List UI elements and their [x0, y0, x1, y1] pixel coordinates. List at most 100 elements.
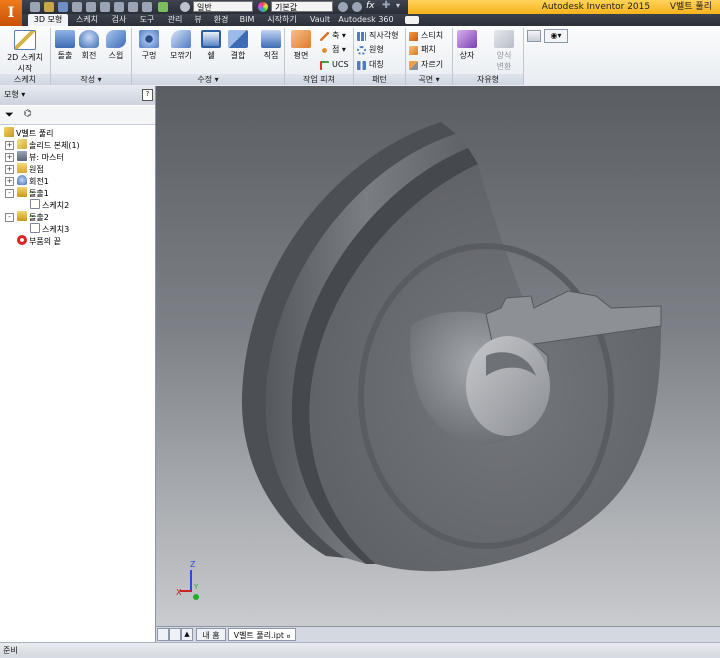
- tab-active-document[interactable]: V벨트 풀리.ipt ¤: [228, 628, 296, 641]
- tree-item-sketch2[interactable]: 스케치2: [30, 199, 69, 211]
- close-document-icon[interactable]: ¤: [287, 633, 291, 640]
- panel-label-create[interactable]: 작성 ▾: [51, 74, 131, 85]
- combine-button[interactable]: 결합: [226, 28, 250, 70]
- start-2d-sketch-label-1: 2D 스케치: [7, 53, 43, 62]
- panel-label-modify[interactable]: 수정 ▾: [132, 74, 284, 85]
- tree-item-view-master[interactable]: 뷰: 마스터: [17, 151, 64, 163]
- customize-dropdown-icon[interactable]: ▾: [396, 1, 400, 10]
- clear-appearance-icon[interactable]: [338, 2, 348, 12]
- convert-to-freeform-button[interactable]: 양식 변환: [489, 28, 519, 71]
- tab-sketch[interactable]: 스케치: [70, 14, 104, 26]
- select-icon[interactable]: [142, 2, 152, 12]
- panel-label-surface[interactable]: 곡면 ▾: [406, 74, 452, 85]
- browser-title[interactable]: 모형 ▾: [4, 89, 25, 101]
- rectangular-pattern-button[interactable]: 직사각형: [357, 30, 417, 42]
- material-combo[interactable]: 일반: [193, 1, 253, 12]
- tree-item-extrude1[interactable]: 돌출1: [17, 187, 49, 199]
- box-button[interactable]: 상자: [455, 28, 479, 70]
- tree-item-label: 돌출1: [29, 189, 49, 198]
- tab-view[interactable]: 뷰: [190, 14, 206, 26]
- ribbon-display-toggle-icon[interactable]: [405, 16, 419, 24]
- open-file-icon[interactable]: [44, 2, 54, 12]
- tree-expander[interactable]: +: [5, 141, 14, 150]
- plus-icon[interactable]: ✚: [382, 0, 390, 11]
- direct-edit-button[interactable]: 직접: [259, 28, 283, 70]
- tab-vault[interactable]: Vault: [306, 14, 334, 26]
- tab-bim[interactable]: BIM: [236, 14, 258, 26]
- tab-my-home[interactable]: 내 홈: [196, 628, 226, 641]
- document-list-icon[interactable]: ▲: [181, 628, 193, 641]
- tab-3d-model[interactable]: 3D 모형: [28, 14, 68, 26]
- tree-expander[interactable]: -: [5, 189, 14, 198]
- tree-expander[interactable]: +: [5, 165, 14, 174]
- tab-tools[interactable]: 도구: [134, 14, 160, 26]
- application-menu-button[interactable]: I: [0, 0, 22, 26]
- tab-get-started[interactable]: 시작하기: [261, 14, 303, 26]
- appearance-combo[interactable]: 기본값: [271, 1, 333, 12]
- tree-expander[interactable]: -: [5, 213, 14, 222]
- ribbon-options-dropdown[interactable]: ◉▾: [544, 29, 568, 43]
- tab-autodesk-360[interactable]: Autodesk 360: [337, 14, 395, 26]
- combine-icon: [228, 30, 248, 48]
- return-icon[interactable]: [114, 2, 124, 12]
- browser-help-button[interactable]: ?: [142, 89, 153, 101]
- active-document-label: V벨트 풀리.ipt: [233, 631, 285, 640]
- extrude-feature-icon: [17, 187, 27, 197]
- shell-button[interactable]: 쉘: [200, 28, 222, 70]
- panel-label-sketch: 스케치: [0, 74, 50, 85]
- home-icon[interactable]: [100, 2, 110, 12]
- fillet-label: 모깎기: [169, 51, 193, 60]
- box-label: 상자: [459, 51, 475, 60]
- update-icon[interactable]: [128, 2, 138, 12]
- revolve-icon: [79, 30, 99, 48]
- mirror-button[interactable]: 대칭: [357, 59, 417, 71]
- pulley-model[interactable]: [156, 86, 720, 626]
- fx-parameters-button[interactable]: fx: [366, 1, 375, 11]
- z-axis-line: [190, 570, 192, 590]
- redo-icon[interactable]: [86, 2, 96, 12]
- graphics-window[interactable]: Z X Y: [156, 86, 720, 626]
- filter-icon[interactable]: ⏷: [5, 108, 14, 122]
- ribbon-extra-icon[interactable]: [527, 30, 541, 42]
- tab-environments[interactable]: 환경: [208, 14, 234, 26]
- browser-title-text: 모형: [4, 90, 19, 99]
- shell-icon: [201, 30, 221, 48]
- tab-manage[interactable]: 관리: [162, 14, 188, 26]
- tree-item-label: 솔리드 본체(1): [29, 141, 80, 150]
- find-binoculars-icon[interactable]: ⌬: [24, 109, 32, 119]
- tile-vertical-icon[interactable]: [157, 628, 169, 641]
- extrude-label: 돌출: [57, 51, 73, 60]
- tree-expander[interactable]: +: [5, 177, 14, 186]
- view-triad: Z X Y: [176, 560, 216, 606]
- tree-item-extrude2[interactable]: 돌출2: [17, 211, 49, 223]
- revolve-button[interactable]: 회전: [78, 28, 100, 70]
- tree-expander[interactable]: +: [5, 153, 14, 162]
- plane-button[interactable]: 평면: [288, 28, 314, 70]
- fillet-button[interactable]: 모깎기: [166, 28, 196, 70]
- tree-item-label: 스케치2: [42, 201, 70, 210]
- tree-item-label: V벨트 풀리: [16, 129, 54, 138]
- panel-label-pattern: 패턴: [354, 74, 405, 85]
- undo-icon[interactable]: [72, 2, 82, 12]
- sweep-button[interactable]: 스윕: [104, 28, 128, 70]
- start-2d-sketch-button[interactable]: 2D 스케치 시작: [4, 28, 46, 73]
- appearance-globe-icon: [180, 2, 190, 12]
- work-point-icon: [320, 46, 329, 55]
- tab-inspect[interactable]: 검사: [106, 14, 132, 26]
- hole-button[interactable]: 구멍: [136, 28, 162, 70]
- save-icon[interactable]: [58, 2, 68, 12]
- new-file-icon[interactable]: [30, 2, 40, 12]
- tree-item-end-of-part[interactable]: 부품의 끝: [17, 235, 61, 247]
- tree-item-solid-bodies[interactable]: 솔리드 본체(1): [17, 139, 80, 151]
- panel-divider: [523, 28, 524, 85]
- tile-grid-icon[interactable]: [169, 628, 181, 641]
- circular-pattern-button[interactable]: 원형: [357, 44, 417, 56]
- point-label: 점: [332, 45, 340, 54]
- tree-item-part[interactable]: V벨트 풀리: [4, 127, 53, 139]
- adjust-appearance-icon[interactable]: [352, 2, 362, 12]
- extrude-button[interactable]: 돌출: [54, 28, 76, 70]
- tree-item-sketch3[interactable]: 스케치3: [30, 223, 69, 235]
- tree-item-origin[interactable]: 원점: [17, 163, 44, 175]
- tree-item-revolve1[interactable]: 회전1: [17, 175, 49, 187]
- sweep-icon: [106, 30, 126, 48]
